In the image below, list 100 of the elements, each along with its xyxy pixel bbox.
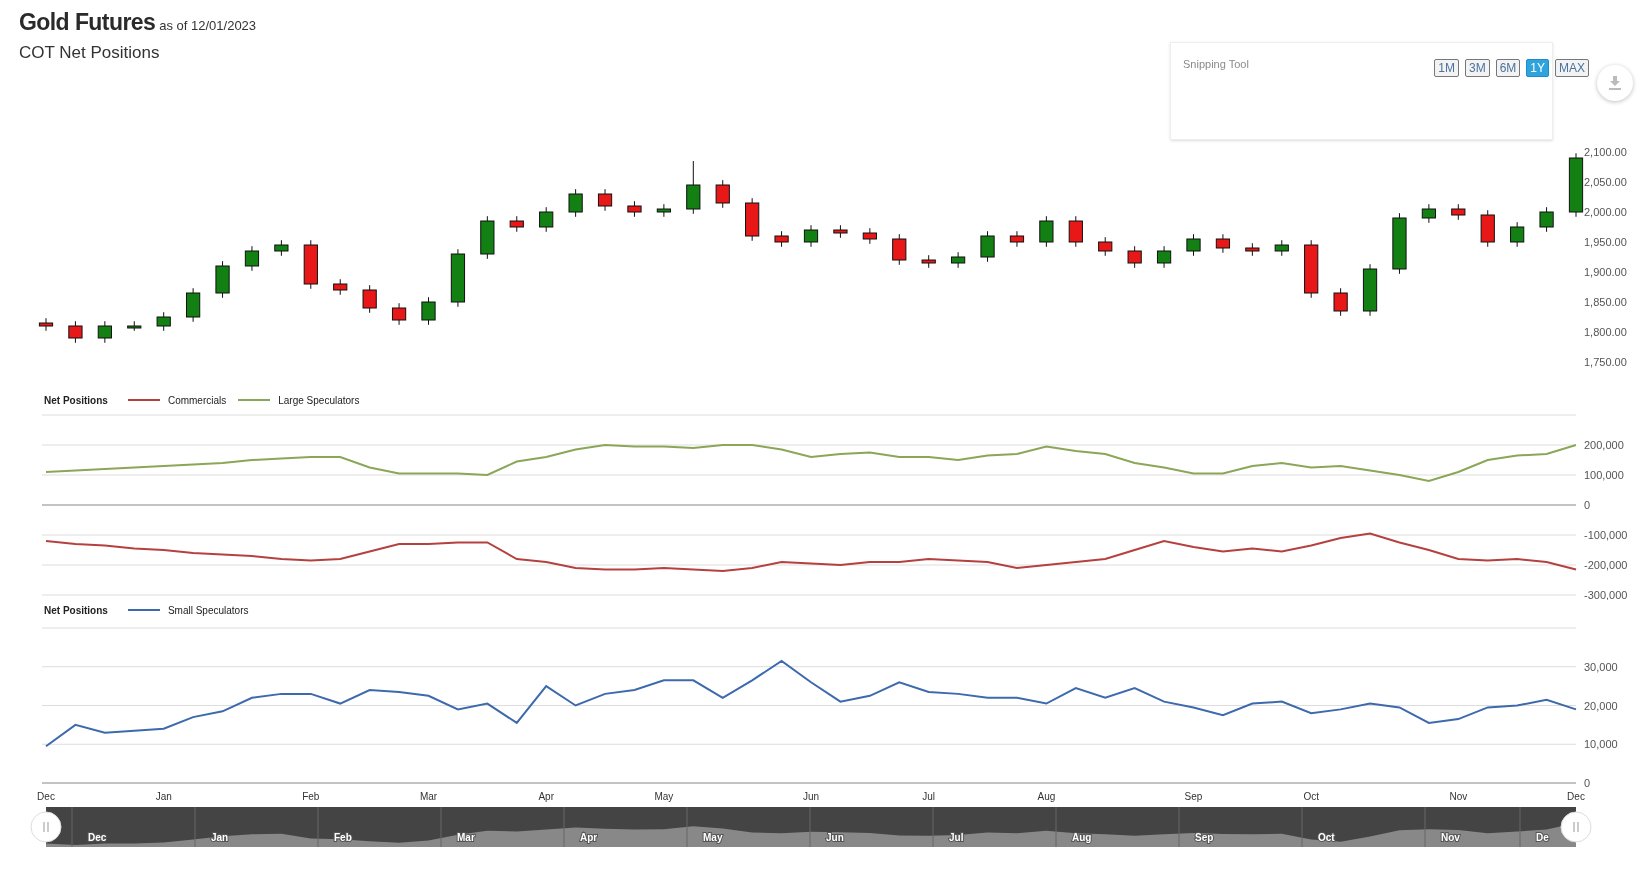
candlestick bbox=[1568, 152, 1584, 218]
candlestick bbox=[745, 197, 760, 242]
axis-tick-label: 1,950.00 bbox=[1584, 236, 1627, 248]
candlestick bbox=[980, 230, 995, 263]
legend-title: Net Positions bbox=[44, 393, 108, 408]
candlestick bbox=[1215, 233, 1231, 254]
candlestick bbox=[362, 284, 377, 314]
legend-line-icon bbox=[127, 609, 160, 611]
candlestick bbox=[421, 296, 436, 326]
candlestick bbox=[597, 188, 613, 212]
candlestick bbox=[38, 317, 54, 332]
range-button[interactable]: 1Y bbox=[1526, 59, 1549, 77]
candlestick bbox=[1245, 242, 1260, 257]
download-icon bbox=[1609, 76, 1621, 90]
candlestick bbox=[244, 245, 260, 272]
axis-tick-label: Dec bbox=[1567, 791, 1585, 802]
page-subtitle: COT Net Positions bbox=[19, 41, 161, 64]
axis-tick-label: Sep bbox=[1184, 791, 1203, 802]
axis-tick-label: May bbox=[654, 791, 674, 802]
candlestick bbox=[686, 160, 701, 215]
candlestick bbox=[1510, 221, 1525, 248]
candlestick bbox=[1009, 230, 1025, 248]
axis-tick-label: 1,900.00 bbox=[1584, 266, 1627, 278]
as-of-date: as of 12/01/2023 bbox=[159, 17, 257, 35]
candlestick bbox=[1039, 215, 1054, 248]
axis-tick-label: 2,100.00 bbox=[1584, 146, 1627, 158]
range-button[interactable]: 1M bbox=[1434, 59, 1459, 77]
axis-tick-label: 1,850.00 bbox=[1584, 296, 1627, 308]
axis-tick-label: Dec bbox=[37, 791, 55, 802]
legend-label[interactable]: Large Speculators bbox=[278, 392, 360, 408]
navigator-label: Aug bbox=[1072, 832, 1092, 843]
candlestick bbox=[1480, 209, 1495, 248]
legend-label[interactable]: Small Speculators bbox=[167, 602, 249, 618]
legend-line-icon bbox=[238, 399, 271, 401]
navigator-label: Apr bbox=[580, 832, 598, 843]
axis-tick-label: Apr bbox=[538, 791, 554, 802]
axis-tick-label: 1,800.00 bbox=[1584, 326, 1627, 338]
navigator-label: Nov bbox=[1441, 832, 1460, 843]
axis-tick-label: Jul bbox=[922, 791, 936, 802]
candlestick bbox=[892, 233, 907, 266]
axis-tick-label: Jun bbox=[802, 791, 820, 802]
navigator-label: Sep bbox=[1195, 832, 1214, 843]
candlestick bbox=[627, 200, 642, 218]
axis-tick-label: 1,750.00 bbox=[1584, 356, 1627, 368]
candlestick bbox=[391, 302, 407, 326]
candlestick bbox=[215, 260, 230, 299]
navigator-label: May bbox=[703, 832, 723, 843]
axis-tick-label: Jan bbox=[155, 791, 172, 802]
candlestick bbox=[450, 248, 466, 308]
candlestick bbox=[803, 224, 819, 248]
candlestick bbox=[303, 239, 318, 290]
candlestick bbox=[97, 320, 112, 344]
legend-label[interactable]: Commercials bbox=[167, 392, 227, 408]
candlestick bbox=[1392, 212, 1407, 275]
navigator-label: Dec bbox=[88, 832, 107, 843]
candlestick bbox=[1186, 233, 1201, 257]
legend-line-icon bbox=[127, 399, 160, 401]
navigator-label: Jul bbox=[949, 832, 964, 843]
axis-tick-label: Mar bbox=[419, 791, 438, 802]
navigator-handle[interactable] bbox=[1560, 811, 1592, 843]
axis-tick-label: -200,000 bbox=[1584, 559, 1628, 571]
axis-tick-label: 0 bbox=[1584, 777, 1591, 789]
candlestick bbox=[656, 203, 671, 218]
axis-tick-label: 200,000 bbox=[1584, 439, 1624, 451]
axis-tick-label: Aug bbox=[1037, 791, 1056, 802]
candlestick bbox=[862, 227, 877, 245]
axis-tick-label: -100,000 bbox=[1584, 529, 1628, 541]
axis-tick-label: 20,000 bbox=[1584, 699, 1618, 712]
candlestick bbox=[921, 254, 936, 269]
candlestick bbox=[833, 224, 848, 239]
candlestick bbox=[509, 215, 524, 233]
navigator-label: Mar bbox=[457, 832, 475, 843]
axis-tick-label: Nov bbox=[1449, 791, 1468, 802]
axis-tick-label: 100,000 bbox=[1584, 469, 1624, 481]
page-title: Gold Futures bbox=[19, 8, 156, 37]
candlestick bbox=[274, 239, 289, 257]
range-button[interactable]: 3M bbox=[1464, 59, 1490, 77]
candlestick bbox=[1421, 203, 1436, 224]
candlestick bbox=[539, 206, 554, 233]
range-button[interactable]: 6M bbox=[1495, 59, 1521, 77]
navigator-handle[interactable] bbox=[30, 811, 62, 843]
candlestick bbox=[568, 188, 583, 218]
axis-tick-label: 2,000.00 bbox=[1584, 206, 1627, 218]
axis-tick-label: Feb bbox=[302, 791, 320, 802]
candlestick bbox=[1068, 215, 1083, 248]
axis-tick-label: Oct bbox=[1303, 791, 1319, 802]
axis-tick-label: 30,000 bbox=[1584, 660, 1618, 673]
axis-tick-label: -300,000 bbox=[1584, 589, 1628, 600]
candlestick bbox=[1539, 206, 1554, 233]
range-button[interactable]: MAX bbox=[1555, 59, 1589, 77]
candlestick bbox=[1098, 236, 1113, 257]
axis-tick-label: 2,050.00 bbox=[1584, 176, 1627, 188]
candlestick bbox=[1333, 287, 1348, 317]
candlestick bbox=[1362, 263, 1378, 317]
candlestick bbox=[951, 251, 966, 269]
candlestick bbox=[1156, 245, 1172, 269]
candlestick bbox=[127, 320, 142, 332]
candlestick bbox=[1127, 245, 1142, 269]
axis-tick-label: 0 bbox=[1584, 499, 1591, 511]
navigator-label: De bbox=[1536, 832, 1549, 843]
